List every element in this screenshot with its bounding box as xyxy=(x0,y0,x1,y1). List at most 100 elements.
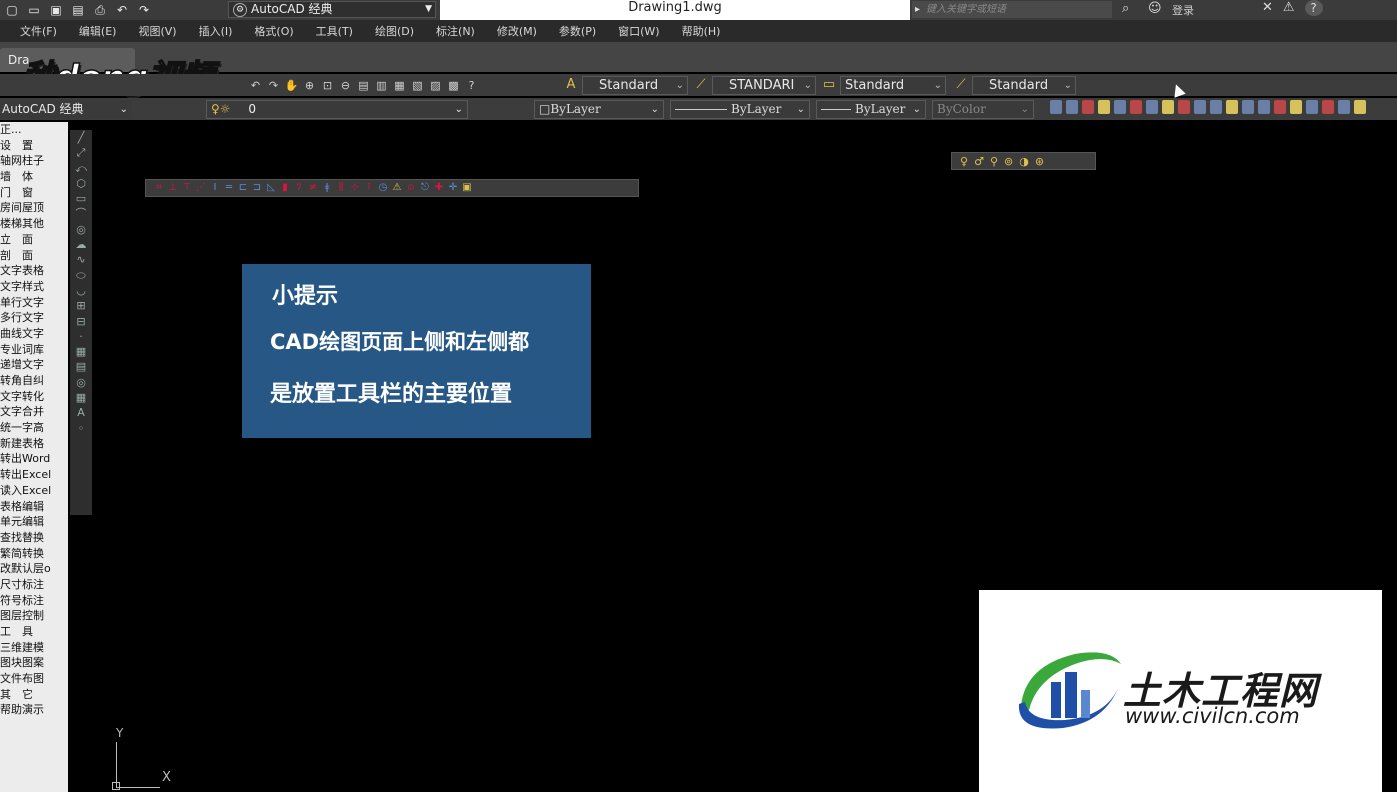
print-icon[interactable]: ⎙ xyxy=(92,3,108,17)
layer-match-icon[interactable]: ⚲ xyxy=(990,155,998,168)
dim-edit-icon[interactable]: ⚠ xyxy=(392,182,402,194)
tool-palettes-icon[interactable]: ▦ xyxy=(392,78,407,93)
search-input[interactable]: 键入关键字或短语 xyxy=(912,1,1112,18)
tool-icon[interactable] xyxy=(1146,100,1158,114)
tool-icon[interactable] xyxy=(1098,100,1110,114)
dim-break-icon[interactable]: ǂ xyxy=(322,182,332,194)
workspace-select-2[interactable]: AutoCAD 经典 ⌄ xyxy=(0,100,132,119)
palette-item[interactable]: 图块图案 xyxy=(0,655,68,671)
ellipse-arc-icon[interactable]: ◡ xyxy=(74,283,88,298)
circle-icon[interactable]: ◎ xyxy=(74,222,88,237)
sheet-set-icon[interactable]: ▧ xyxy=(410,78,425,93)
menu-tools[interactable]: 工具(T) xyxy=(316,23,353,39)
user-icon[interactable]: ☺ xyxy=(1148,1,1162,16)
new-file-icon[interactable]: ▢ xyxy=(4,3,20,17)
palette-item[interactable]: 楼梯其他 xyxy=(0,216,68,232)
dim-text-edit-icon[interactable]: ⍝ xyxy=(406,182,416,194)
palette-item[interactable]: 递增文字 xyxy=(0,357,68,373)
arc-icon[interactable]: ⌒ xyxy=(74,206,88,221)
markup-icon[interactable]: ▨ xyxy=(428,78,443,93)
polygon-icon[interactable]: ⬡ xyxy=(74,176,88,191)
text-style-select[interactable]: Standard ⌄ xyxy=(582,76,688,95)
tool-icon[interactable] xyxy=(1210,100,1222,114)
tool-icon[interactable] xyxy=(1226,100,1238,114)
tool-icon[interactable] xyxy=(1050,100,1062,114)
layer-select[interactable]: ♀☼ 0 ⌄ xyxy=(206,100,468,119)
dim-space-icon[interactable]: ≠ xyxy=(308,182,318,194)
palette-item[interactable]: 帮助演示 xyxy=(0,702,68,718)
stay-connected-icon[interactable]: ⚠ xyxy=(1283,0,1295,16)
undo-icon[interactable]: ↶ xyxy=(248,78,263,93)
tool-icon[interactable] xyxy=(1354,100,1366,114)
layer-states-icon[interactable]: ⊛ xyxy=(1035,155,1044,168)
binoculars-icon[interactable]: ⌕ xyxy=(1122,1,1129,16)
menu-dimension[interactable]: 标注(N) xyxy=(436,23,475,39)
tool-icon[interactable] xyxy=(1306,100,1318,114)
palette-item[interactable]: 单行文字 xyxy=(0,295,68,311)
tool-icon[interactable] xyxy=(1178,100,1190,114)
help-icon[interactable]: ? xyxy=(1304,0,1323,16)
lineweight-select[interactable]: ByLayer ⌄ xyxy=(816,100,926,119)
palette-item[interactable]: 正... xyxy=(0,122,68,138)
palette-item[interactable]: 改默认层o xyxy=(0,561,68,577)
tool-icon[interactable] xyxy=(1162,100,1174,114)
table-icon[interactable]: ▦ xyxy=(74,390,88,405)
palette-item[interactable]: 文字转化 xyxy=(0,389,68,405)
dim-angular-icon[interactable]: ⊐ xyxy=(252,182,262,194)
palette-item[interactable]: 文件布图 xyxy=(0,671,68,687)
revision-cloud-icon[interactable]: ☁ xyxy=(74,237,88,252)
layer-previous-icon[interactable]: ⊚ xyxy=(1004,155,1013,168)
palette-item[interactable]: 转角自纠 xyxy=(0,373,68,389)
polyline-icon[interactable]: ⤺ xyxy=(74,161,88,176)
dim-jogged-icon[interactable]: ═ xyxy=(224,182,234,194)
add-selected-icon[interactable]: ◦ xyxy=(74,421,88,436)
exchange-icon[interactable]: ✕ xyxy=(1262,0,1273,16)
multileader-style-select[interactable]: Standard ⌄ xyxy=(972,76,1076,95)
rectangle-icon[interactable]: ▭ xyxy=(74,191,88,206)
dim-style-icon[interactable]: ✚ xyxy=(434,182,444,194)
menu-modify[interactable]: 修改(M) xyxy=(497,23,537,39)
dim-diameter-icon[interactable]: ⊏ xyxy=(238,182,248,194)
gradient-icon[interactable]: ▤ xyxy=(74,359,88,374)
palette-item[interactable]: 剖 面 xyxy=(0,248,68,264)
tool-icon[interactable] xyxy=(1242,100,1254,114)
line-icon[interactable]: ╱ xyxy=(74,130,88,145)
palette-item[interactable]: 图层控制 xyxy=(0,608,68,624)
redo-icon[interactable]: ↷ xyxy=(266,78,281,93)
dim-style-select[interactable]: STANDARI ⌄ xyxy=(712,76,816,95)
save-as-icon[interactable]: ▤ xyxy=(70,3,86,17)
palette-item[interactable]: 三维建模 xyxy=(0,640,68,656)
pan-icon[interactable]: ✋ xyxy=(284,78,299,93)
center-mark-icon[interactable]: ⊹ xyxy=(350,182,360,194)
palette-item[interactable]: 立 面 xyxy=(0,232,68,248)
inspection-icon[interactable]: ⊺ xyxy=(364,182,374,194)
palette-item[interactable]: 墙 体 xyxy=(0,169,68,185)
tool-icon[interactable] xyxy=(1130,100,1142,114)
tool-icon[interactable] xyxy=(1082,100,1094,114)
palette-item[interactable]: 设 置 xyxy=(0,138,68,154)
linetype-select[interactable]: ByLayer ⌄ xyxy=(670,100,810,119)
zoom-window-icon[interactable]: ⊡ xyxy=(320,78,335,93)
open-file-icon[interactable]: ▭ xyxy=(26,3,42,17)
palette-item[interactable]: 房间屋顶 xyxy=(0,200,68,216)
make-block-icon[interactable]: ⊟ xyxy=(74,314,88,329)
palette-item[interactable]: 尺寸标注 xyxy=(0,577,68,593)
dim-radius-icon[interactable]: I xyxy=(210,182,220,194)
menu-insert[interactable]: 插入(I) xyxy=(199,23,233,39)
dim-style-manager-icon[interactable]: ▣ xyxy=(462,182,472,194)
palette-item[interactable]: 读入Excel xyxy=(0,483,68,499)
hatch-icon[interactable]: ▦ xyxy=(74,344,88,359)
zoom-realtime-icon[interactable]: ⊕ xyxy=(302,78,317,93)
spline-icon[interactable]: ∿ xyxy=(74,252,88,267)
palette-item[interactable]: 统一字高 xyxy=(0,420,68,436)
redo-icon[interactable]: ↷ xyxy=(136,3,152,17)
palette-item[interactable]: 专业词库 xyxy=(0,342,68,358)
palette-item[interactable]: 单元编辑 xyxy=(0,514,68,530)
palette-item[interactable]: 转出Word xyxy=(0,451,68,467)
login-link[interactable]: 登录 xyxy=(1172,2,1194,18)
dim-continue-icon[interactable]: ﾂ xyxy=(294,182,304,194)
layer-freeze-icon[interactable]: ♂ xyxy=(974,155,984,168)
ellipse-icon[interactable]: ⬭ xyxy=(74,268,88,283)
tool-icon[interactable] xyxy=(1274,100,1286,114)
palette-item[interactable]: 转出Excel xyxy=(0,467,68,483)
